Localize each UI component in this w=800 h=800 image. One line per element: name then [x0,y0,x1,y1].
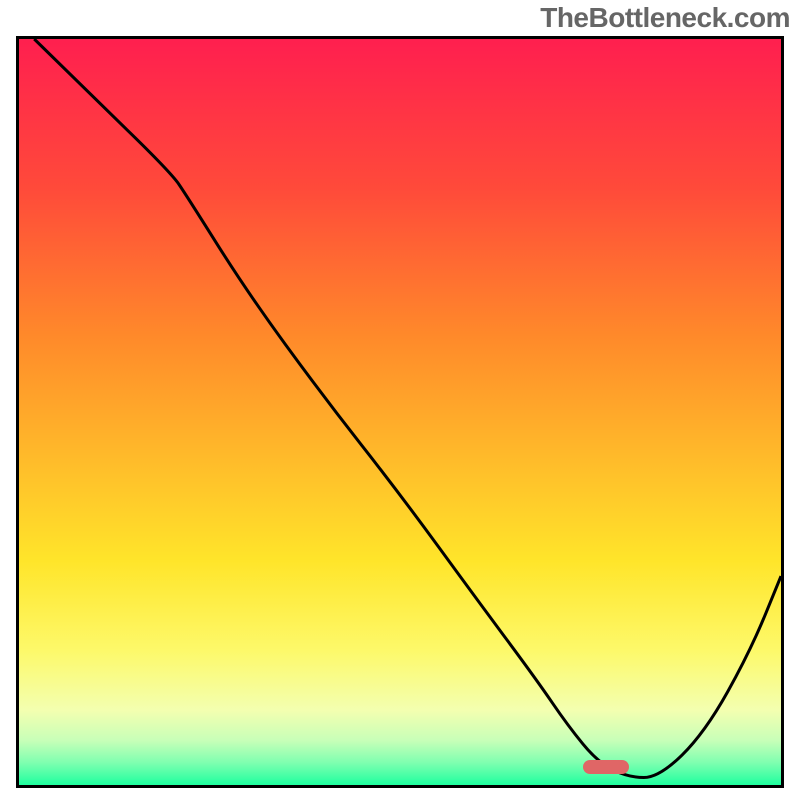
chart-container: { "watermark": "TheBottleneck.com", "cha… [0,0,800,800]
optimal-range-marker [583,760,629,774]
plot-area [16,36,784,788]
bottleneck-curve [19,39,781,785]
watermark-text: TheBottleneck.com [540,2,790,34]
